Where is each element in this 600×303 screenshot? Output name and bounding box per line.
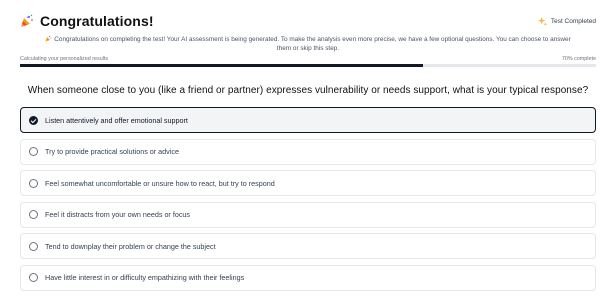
progress-bar (20, 64, 596, 67)
header: Congratulations! Test Completed (20, 12, 596, 30)
progress-percent: 70% complete (561, 56, 596, 62)
answer-option-label: Feel it distracts from your own needs or… (45, 210, 191, 219)
question-text: When someone close to you (like a friend… (27, 85, 589, 96)
answer-option[interactable]: Feel it distracts from your own needs or… (20, 201, 596, 228)
answer-option[interactable]: Try to provide practical solutions or ad… (20, 138, 596, 165)
radio-unchecked-icon[interactable] (29, 241, 38, 251)
answer-option-label: Feel somewhat uncomfortable or unsure ho… (45, 178, 275, 188)
answer-option[interactable]: Have little interest in or difficulty em… (20, 264, 596, 291)
radio-unchecked-icon[interactable] (29, 178, 38, 188)
answer-option-label: Listen attentively and offer emotional s… (45, 115, 188, 125)
answer-option[interactable]: Tend to downplay their problem or change… (20, 233, 596, 259)
status-indicator: Test Completed (537, 16, 596, 26)
radio-unchecked-icon[interactable] (29, 147, 38, 156)
progress-labels: Calculating your personalized results 70… (20, 56, 596, 64)
sparkle-icon (537, 16, 547, 26)
radio-checked-icon[interactable] (29, 115, 38, 125)
answer-option[interactable]: Listen attentively and offer emotional s… (20, 107, 596, 133)
intro-message-line1: Congratulations on completing the test! … (54, 36, 571, 43)
party-popper-icon (45, 35, 52, 42)
answer-option-label: Have little interest in or difficulty em… (45, 273, 245, 282)
answer-option-label: Try to provide practical solutions or ad… (45, 147, 179, 156)
party-popper-icon (20, 14, 34, 28)
intro-message: Congratulations on completing the test! … (20, 35, 596, 53)
status-text: Test Completed (550, 17, 596, 25)
answer-option-label: Tend to downplay their problem or change… (45, 241, 216, 251)
radio-unchecked-icon[interactable] (29, 273, 38, 282)
answer-option[interactable]: Feel somewhat uncomfortable or unsure ho… (20, 170, 596, 196)
progress-bar-fill (20, 64, 424, 67)
intro-message-line2: them or skip this step. (276, 45, 340, 52)
page-title: Congratulations! (40, 13, 154, 29)
progress-label: Calculating your personalized results (20, 56, 109, 62)
answer-options: Listen attentively and offer emotional s… (20, 107, 596, 296)
radio-unchecked-icon[interactable] (29, 210, 38, 219)
